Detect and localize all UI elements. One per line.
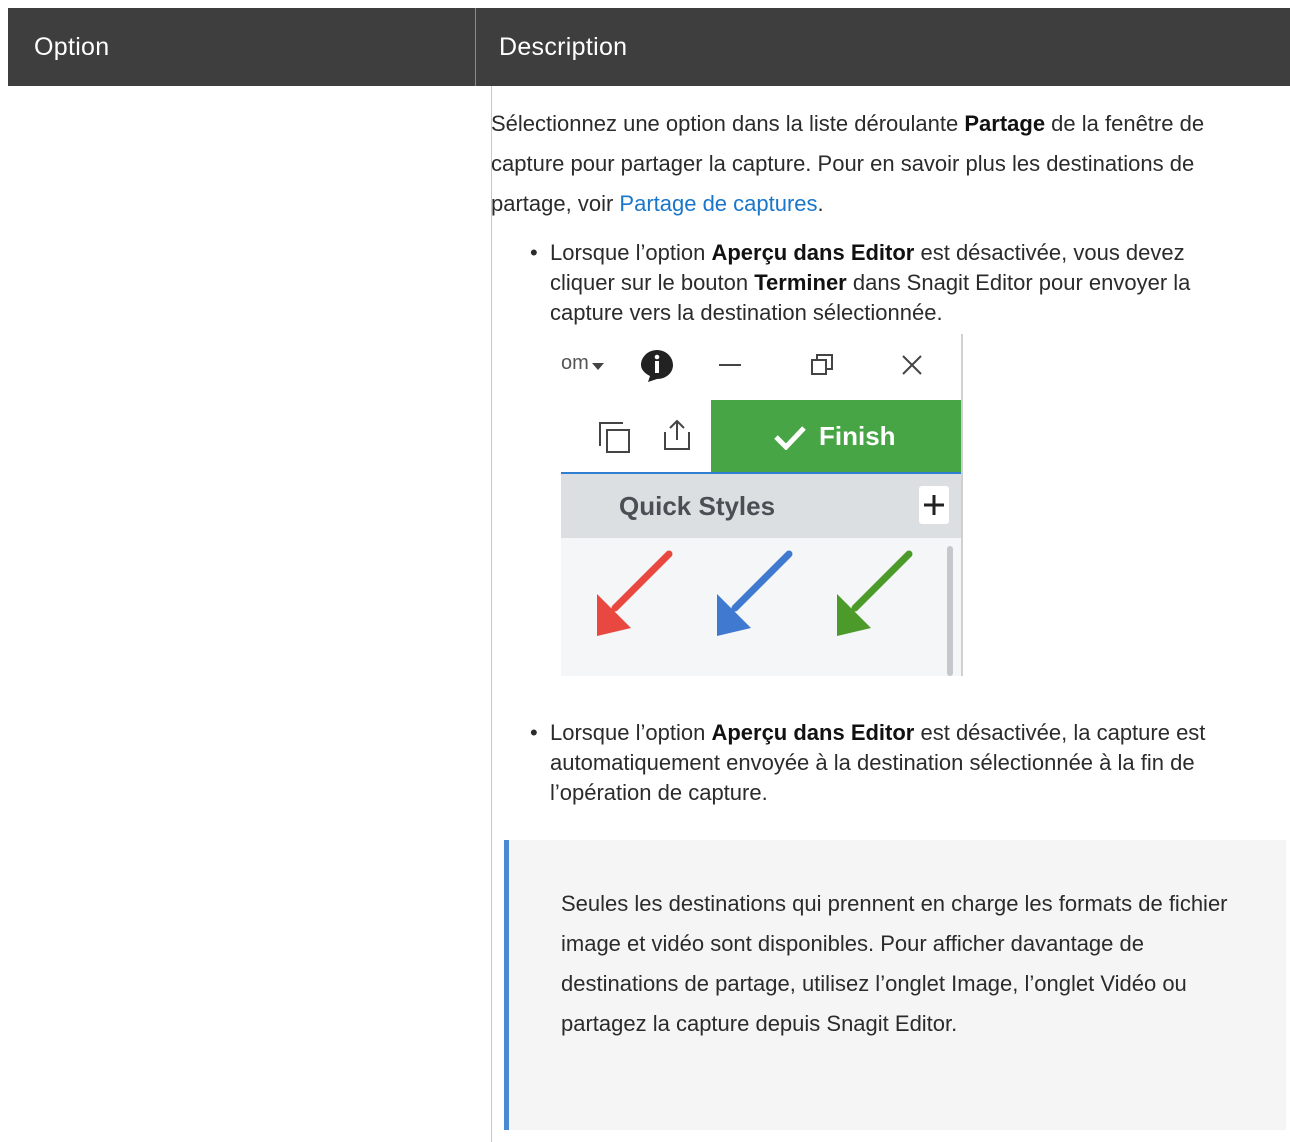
intro-paragraph: Sélectionnez une option dans la liste dé… — [491, 104, 1261, 224]
gallery-scrollbar[interactable] — [947, 546, 953, 676]
note-text: Seules les destinations qui prennent en … — [561, 891, 1228, 1036]
quick-styles-label: Quick Styles — [619, 491, 776, 521]
bullet1-text-1: Lorsque l’option — [550, 240, 712, 265]
link-partage-de-captures[interactable]: Partage de captures — [619, 191, 817, 216]
quick-styles-gallery — [561, 538, 961, 676]
column-divider — [491, 86, 492, 1142]
arrow-style-green[interactable] — [837, 550, 913, 636]
menu-fragment: om — [561, 352, 589, 374]
arrow-style-blue[interactable] — [717, 550, 793, 636]
intro-text-1: Sélectionnez une option dans la liste dé… — [491, 111, 965, 136]
bullet1-bold-apercu: Aperçu dans Editor — [711, 240, 915, 265]
add-quick-style-button[interactable] — [919, 486, 949, 524]
intro-bold-partage: Partage — [964, 111, 1046, 136]
checkmark-icon — [774, 426, 806, 450]
minimize-icon — [719, 364, 741, 366]
finish-label: Finish — [819, 421, 896, 451]
list-item: • Lorsque l’option Aperçu dans Editor est… — [530, 718, 1250, 808]
close-icon — [902, 355, 922, 375]
list-item: • Lorsque l’option Aperçu dans Editor est… — [530, 238, 1250, 328]
plus-icon — [924, 495, 944, 515]
header-description: Description — [499, 33, 628, 61]
quick-styles-bar: Quick Styles — [561, 474, 961, 538]
copy-icon[interactable] — [597, 420, 631, 454]
bullet1-bold-terminer: Terminer — [754, 270, 847, 295]
bullet2-text-1: Lorsque l’option — [550, 720, 712, 745]
bullet-dot: • — [530, 240, 538, 265]
info-icon — [641, 350, 673, 382]
table-header: Option Description — [8, 8, 1290, 86]
snagit-screenshot: om Finish Quick Styles — [561, 334, 963, 676]
window-titlebar: om — [561, 334, 961, 400]
dropdown-caret-icon — [592, 363, 604, 370]
note-callout: Seules les destinations qui prennent en … — [504, 840, 1286, 1130]
intro-text-3: . — [817, 191, 824, 216]
header-divider — [475, 8, 476, 86]
finish-button[interactable]: Finish — [711, 400, 961, 472]
bullet-dot: • — [530, 720, 538, 745]
arrow-styles — [597, 550, 913, 636]
arrow-style-red[interactable] — [597, 550, 673, 636]
header-option: Option — [34, 33, 110, 61]
bullet2-bold-apercu: Aperçu dans Editor — [711, 720, 915, 745]
restore-icon — [811, 354, 833, 375]
share-icon[interactable] — [661, 418, 693, 452]
